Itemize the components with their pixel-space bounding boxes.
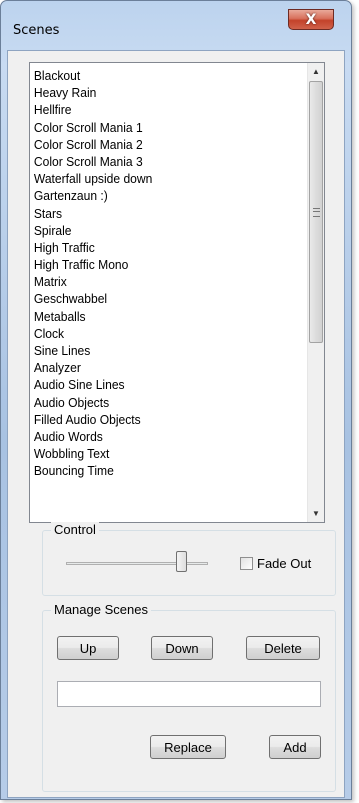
add-button[interactable]: Add bbox=[269, 735, 321, 759]
list-item[interactable]: Waterfall upside down bbox=[32, 170, 285, 187]
list-item[interactable]: High Traffic bbox=[32, 239, 285, 256]
list-item[interactable]: Color Scroll Mania 3 bbox=[32, 153, 285, 170]
list-item[interactable]: Geschwabbel bbox=[32, 290, 285, 307]
list-item[interactable]: Stars bbox=[32, 205, 285, 222]
close-icon: X bbox=[305, 11, 317, 28]
scroll-down-button[interactable]: ▼ bbox=[308, 505, 324, 522]
list-item[interactable]: Gartenzaun :) bbox=[32, 187, 285, 204]
list-item[interactable]: Sine Lines bbox=[32, 342, 285, 359]
list-item[interactable]: Heavy Rain bbox=[32, 84, 285, 101]
list-scrollbar[interactable]: ▲ ▼ bbox=[307, 63, 324, 522]
fade-out-option[interactable]: Fade Out bbox=[240, 556, 311, 571]
list-item[interactable]: Analyzer bbox=[32, 359, 285, 376]
fade-out-checkbox[interactable] bbox=[240, 557, 253, 570]
replace-button[interactable]: Replace bbox=[150, 735, 226, 759]
grip-icon bbox=[313, 208, 320, 217]
window-title: Scenes bbox=[13, 23, 60, 38]
down-button[interactable]: Down bbox=[151, 636, 213, 660]
fade-out-label: Fade Out bbox=[257, 556, 312, 571]
list-item[interactable]: Audio Objects bbox=[32, 394, 285, 411]
list-item[interactable]: Metaballs bbox=[32, 308, 285, 325]
list-item[interactable]: Clock bbox=[32, 325, 285, 342]
list-item[interactable]: Color Scroll Mania 2 bbox=[32, 136, 285, 153]
list-item[interactable]: Wobbling Text bbox=[32, 445, 285, 462]
scroll-up-button[interactable]: ▲ bbox=[308, 63, 324, 80]
arrow-up-icon: ▲ bbox=[312, 67, 320, 76]
list-item[interactable]: Audio Words bbox=[32, 428, 285, 445]
slider-thumb[interactable] bbox=[175, 551, 187, 572]
list-item[interactable]: Color Scroll Mania 1 bbox=[32, 119, 285, 136]
scroll-thumb[interactable] bbox=[309, 81, 323, 343]
control-group: Control Fade Out bbox=[42, 522, 336, 596]
scene-name-input[interactable] bbox=[57, 681, 321, 707]
slider-track[interactable] bbox=[66, 562, 208, 565]
scenes-list[interactable]: Blackout Heavy Rain Hellfire Color Scroll M… bbox=[29, 62, 325, 523]
delete-button[interactable]: Delete bbox=[246, 636, 320, 660]
manage-scenes-title: Manage Scenes bbox=[51, 602, 151, 617]
arrow-down-icon: ▼ bbox=[312, 509, 320, 518]
scenes-list-items: Blackout Heavy Rain Hellfire Color Scroll M… bbox=[32, 67, 304, 480]
control-group-title: Control bbox=[51, 522, 99, 537]
list-item[interactable]: Hellfire bbox=[32, 101, 285, 118]
list-item[interactable]: Matrix bbox=[32, 273, 285, 290]
list-item[interactable]: Audio Sine Lines bbox=[32, 376, 285, 393]
list-item[interactable]: Spirale bbox=[32, 222, 285, 239]
up-button[interactable]: Up bbox=[57, 636, 119, 660]
list-item[interactable]: Filled Audio Objects bbox=[32, 411, 285, 428]
list-item[interactable]: Bouncing Time bbox=[32, 462, 285, 479]
list-item[interactable]: Blackout bbox=[32, 67, 285, 84]
list-item[interactable]: High Traffic Mono bbox=[32, 256, 285, 273]
title-bar[interactable]: Scenes X bbox=[1, 1, 351, 51]
close-button[interactable]: X bbox=[288, 9, 334, 30]
